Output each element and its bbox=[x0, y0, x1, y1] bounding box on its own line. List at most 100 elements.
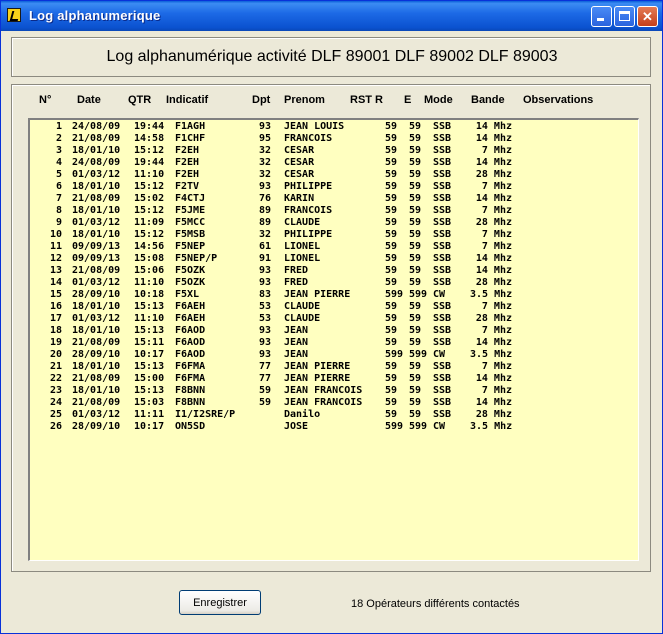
log-row[interactable]: 7 21/08/09 15:02 F4CTJ 76 KARIN 59 59 SSB 14 Mhz bbox=[30, 193, 630, 205]
row-dpt: 32 bbox=[258, 229, 271, 240]
row-bande: 7 Mhz bbox=[481, 205, 512, 216]
row-dpt: 89 bbox=[258, 205, 271, 216]
row-prenom: CLAUDE bbox=[284, 301, 321, 312]
log-row[interactable]: 14 01/03/12 11:10 F5OZK 93 FRED 59 59 SSB 28 Mhz bbox=[30, 277, 630, 289]
row-indicatif: F8BNN bbox=[175, 385, 206, 396]
log-row[interactable]: 1 24/08/09 19:44 F1AGH 93 JEAN LOUIS 59 59 SSB 14… bbox=[30, 121, 630, 133]
row-e: 59 bbox=[409, 409, 422, 420]
row-e: 599 bbox=[409, 289, 428, 300]
log-row[interactable]: 24 21/08/09 15:03 F8BNN 59 JEAN FRANCOIS 59 59 S… bbox=[30, 397, 630, 409]
row-e: 59 bbox=[409, 397, 422, 408]
log-row[interactable]: 10 18/01/10 15:12 F5MSB 32 PHILIPPE 59 59 SSB 7 M… bbox=[30, 229, 630, 241]
row-qtr: 14:58 bbox=[134, 133, 165, 144]
row-bande: 14 Mhz bbox=[475, 397, 512, 408]
close-button[interactable] bbox=[637, 6, 658, 27]
row-mode: SSB bbox=[433, 205, 452, 216]
log-row[interactable]: 4 24/08/09 19:44 F2EH 32 CESAR 59 59 SSB 14 Mhz bbox=[30, 157, 630, 169]
row-prenom: PHILIPPE bbox=[284, 181, 333, 192]
log-row[interactable]: 3 18/01/10 15:12 F2EH 32 CESAR 59 59 SSB 7 Mhz bbox=[30, 145, 630, 157]
row-prenom: Danilo bbox=[284, 409, 321, 420]
log-row[interactable]: 6 18/01/10 15:12 F2TV 93 PHILIPPE 59 59 SSB 7 Mhz bbox=[30, 181, 630, 193]
row-number: 19 bbox=[49, 337, 62, 348]
row-bande: 14 Mhz bbox=[475, 265, 512, 276]
row-indicatif: F5XL bbox=[175, 289, 200, 300]
row-bande: 7 Mhz bbox=[481, 301, 512, 312]
row-date: 18/01/10 bbox=[72, 205, 121, 216]
log-row[interactable]: 25 01/03/12 11:11 I1/I2SRE/P Danilo 59 59 SSB 28… bbox=[30, 409, 630, 421]
log-row[interactable]: 17 01/03/12 11:10 F6AEH 53 CLAUDE 59 59 SSB 28 Mh… bbox=[30, 313, 630, 325]
log-row[interactable]: 9 01/03/12 11:09 F5MCC 89 CLAUDE 59 59 SSB 28 Mhz bbox=[30, 217, 630, 229]
log-row[interactable]: 16 18/01/10 15:13 F6AEH 53 CLAUDE 59 59 SSB 7 Mhz bbox=[30, 301, 630, 313]
row-e: 59 bbox=[409, 157, 422, 168]
log-row[interactable]: 13 21/08/09 15:06 F5OZK 93 FRED 59 59 SSB 14 Mhz bbox=[30, 265, 630, 277]
row-rst-r: 59 bbox=[385, 241, 398, 252]
page-title: Log alphanumérique activité DLF 89001 DL… bbox=[106, 48, 558, 65]
minimize-button[interactable] bbox=[591, 6, 612, 27]
row-number: 17 bbox=[49, 313, 62, 324]
row-qtr: 11:10 bbox=[134, 277, 165, 288]
log-row[interactable]: 21 18/01/10 15:13 F6FMA 77 JEAN PIERRE 59 59 SSB… bbox=[30, 361, 630, 373]
row-date: 28/09/10 bbox=[72, 349, 121, 360]
row-prenom: FRED bbox=[284, 265, 309, 276]
row-date: 18/01/10 bbox=[72, 301, 121, 312]
row-qtr: 15:12 bbox=[134, 229, 165, 240]
row-mode: CW bbox=[433, 349, 446, 360]
row-bande: 14 Mhz bbox=[475, 133, 512, 144]
row-qtr: 19:44 bbox=[134, 157, 165, 168]
row-indicatif: F2EH bbox=[175, 157, 200, 168]
log-row[interactable]: 8 18/01/10 15:12 F5JME 89 FRANCOIS 59 59 SSB 7 Mh… bbox=[30, 205, 630, 217]
log-row[interactable]: 11 09/09/13 14:56 F5NEP 61 LIONEL 59 59 SSB 7 Mhz bbox=[30, 241, 630, 253]
log-row[interactable]: 22 21/08/09 15:00 F6FMA 77 JEAN PIERRE 59 59 SSB… bbox=[30, 373, 630, 385]
log-row[interactable]: 18 18/01/10 15:13 F6AOD 93 JEAN 59 59 SSB 7 Mhz bbox=[30, 325, 630, 337]
log-row[interactable]: 19 21/08/09 15:11 F6AOD 93 JEAN 59 59 SSB 14 Mhz bbox=[30, 337, 630, 349]
row-dpt: 93 bbox=[258, 181, 271, 192]
row-indicatif: F2TV bbox=[175, 181, 200, 192]
row-indicatif: F2EH bbox=[175, 145, 200, 156]
log-row[interactable]: 2 21/08/09 14:58 F1CHF 95 FRANCOIS 59 59 SSB 14 M… bbox=[30, 133, 630, 145]
maximize-button[interactable] bbox=[614, 6, 635, 27]
row-rst-r: 599 bbox=[385, 289, 404, 300]
row-bande: 3.5 Mhz bbox=[470, 349, 513, 360]
row-e: 59 bbox=[409, 361, 422, 372]
row-prenom: FRANCOIS bbox=[284, 205, 333, 216]
row-bande: 14 Mhz bbox=[475, 373, 512, 384]
row-bande: 14 Mhz bbox=[475, 157, 512, 168]
row-prenom: JEAN PIERRE bbox=[284, 361, 351, 372]
row-mode: SSB bbox=[433, 313, 452, 324]
row-indicatif: F6AEH bbox=[175, 301, 206, 312]
row-number: 20 bbox=[49, 349, 62, 360]
row-date: 21/08/09 bbox=[72, 265, 121, 276]
row-dpt: 93 bbox=[258, 349, 271, 360]
row-indicatif: F5JME bbox=[175, 205, 206, 216]
title-bar[interactable]: Log alphanumerique bbox=[1, 1, 662, 31]
row-mode: SSB bbox=[433, 181, 452, 192]
save-button[interactable]: Enregistrer bbox=[179, 590, 261, 615]
column-header-e: E bbox=[404, 94, 412, 106]
log-row[interactable]: 20 28/09/10 10:17 F6AOD 93 JEAN 599 599 CW 3.5 Mh… bbox=[30, 349, 630, 361]
row-mode: SSB bbox=[433, 157, 452, 168]
row-date: 21/08/09 bbox=[72, 337, 121, 348]
log-row[interactable]: 26 28/09/10 10:17 ON5SD JOSE 599 599 CW 3.5 Mhz bbox=[30, 421, 630, 433]
row-bande: 7 Mhz bbox=[481, 385, 512, 396]
row-mode: SSB bbox=[433, 277, 452, 288]
window-title: Log alphanumerique bbox=[29, 8, 161, 23]
row-e: 59 bbox=[409, 133, 422, 144]
row-prenom: CLAUDE bbox=[284, 217, 321, 228]
row-bande: 28 Mhz bbox=[475, 169, 512, 180]
row-prenom: JEAN PIERRE bbox=[284, 373, 351, 384]
row-date: 18/01/10 bbox=[72, 385, 121, 396]
row-mode: SSB bbox=[433, 385, 452, 396]
row-number: 22 bbox=[49, 373, 62, 384]
row-indicatif: F2EH bbox=[175, 169, 200, 180]
log-row[interactable]: 23 18/01/10 15:13 F8BNN 59 JEAN FRANCOIS 59 59 S… bbox=[30, 385, 630, 397]
row-rst-r: 59 bbox=[385, 145, 398, 156]
row-qtr: 15:13 bbox=[134, 301, 165, 312]
log-row[interactable]: 15 28/09/10 10:18 F5XL 83 JEAN PIERRE 599 599 CW… bbox=[30, 289, 630, 301]
row-indicatif: F5OZK bbox=[175, 265, 206, 276]
row-number: 6 bbox=[55, 181, 62, 192]
log-list[interactable]: 1 24/08/09 19:44 F1AGH 93 JEAN LOUIS 59 59 SSB 14… bbox=[28, 118, 639, 561]
log-row[interactable]: 12 09/09/13 15:08 F5NEP/P 91 LIONEL 59 59 SSB 14 … bbox=[30, 253, 630, 265]
row-mode: SSB bbox=[433, 193, 452, 204]
log-row[interactable]: 5 01/03/12 11:10 F2EH 32 CESAR 59 59 SSB 28 Mhz bbox=[30, 169, 630, 181]
row-mode: SSB bbox=[433, 397, 452, 408]
